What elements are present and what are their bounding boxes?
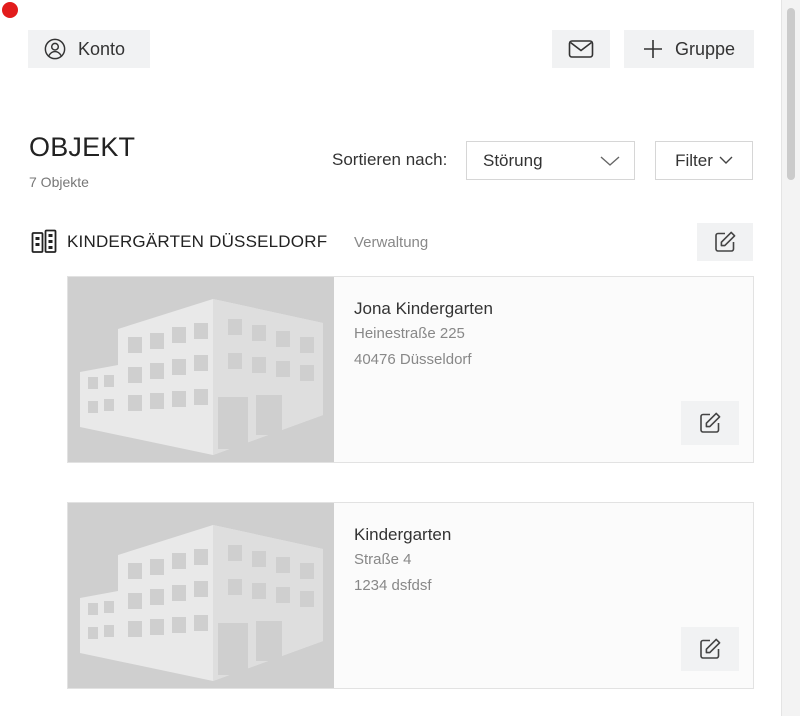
sort-select-value: Störung — [483, 150, 543, 170]
page-title: OBJEKT — [29, 132, 136, 162]
edit-icon — [700, 412, 721, 433]
sort-select[interactable]: Störung — [466, 141, 635, 180]
building-group-icon — [31, 229, 57, 253]
sort-label: Sortieren nach: — [332, 150, 448, 169]
filter-label: Filter — [675, 150, 713, 170]
object-edit-button[interactable] — [681, 627, 739, 671]
object-edit-button[interactable] — [681, 401, 739, 445]
account-label: Konto — [78, 38, 126, 59]
mail-icon — [568, 40, 594, 58]
object-name: Kindergarten — [354, 525, 452, 544]
edit-icon — [715, 231, 736, 252]
building-image — [68, 503, 334, 688]
add-group-button[interactable]: Gruppe — [624, 30, 754, 68]
recording-indicator-dot — [2, 2, 18, 18]
object-city: 1234 dsfdsf — [354, 577, 432, 594]
object-card-body: Jona Kindergarten Heinestraße 225 40476 … — [334, 277, 753, 462]
object-card[interactable]: Jona Kindergarten Heinestraße 225 40476 … — [67, 276, 754, 463]
object-city: 40476 Düsseldorf — [354, 351, 472, 368]
object-card[interactable]: Kindergarten Straße 4 1234 dsfdsf — [67, 502, 754, 689]
object-street: Straße 4 — [354, 551, 412, 568]
account-button[interactable]: Konto — [28, 30, 150, 68]
account-icon — [44, 38, 66, 60]
object-street: Heinestraße 225 — [354, 325, 465, 342]
chevron-down-icon — [600, 156, 620, 166]
chevron-down-icon — [719, 156, 733, 164]
object-card-body: Kindergarten Straße 4 1234 dsfdsf — [334, 503, 753, 688]
object-name: Jona Kindergarten — [354, 299, 493, 318]
group-edit-button[interactable] — [697, 223, 753, 261]
object-count: 7 Objekte — [29, 174, 89, 190]
messages-button[interactable] — [552, 30, 610, 68]
add-group-label: Gruppe — [674, 38, 736, 59]
group-name: KINDERGÄRTEN DÜSSELDORF — [67, 232, 328, 251]
building-image — [68, 277, 334, 462]
group-role: Verwaltung — [354, 234, 429, 251]
edit-icon — [700, 638, 721, 659]
scrollbar-thumb[interactable] — [787, 8, 795, 180]
plus-icon — [643, 40, 662, 58]
filter-dropdown[interactable]: Filter — [655, 141, 753, 180]
